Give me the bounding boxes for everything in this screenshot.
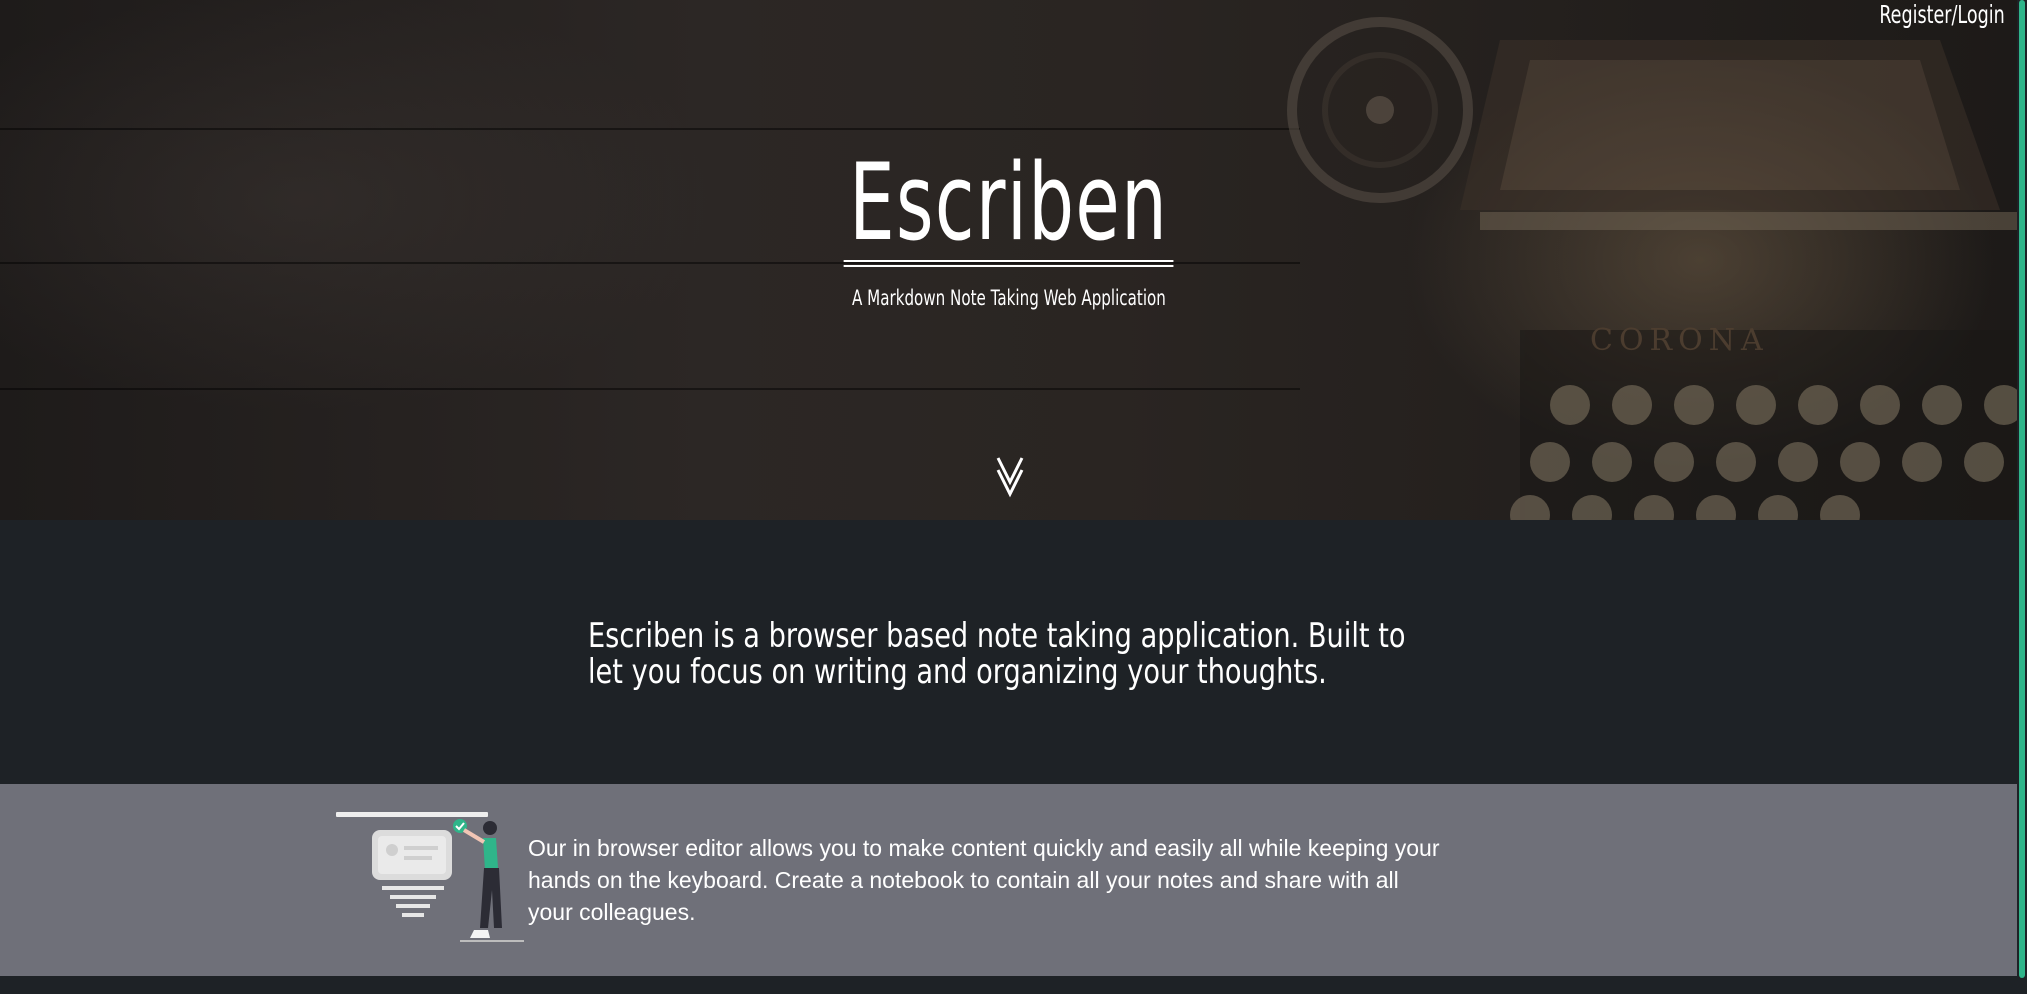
chevron-down-icon[interactable] — [995, 456, 1025, 498]
hero-section: CORONA Register/Login Escriben A Markdow… — [0, 0, 2017, 520]
editor-feature-section: Our in browser editor allows you to make… — [0, 784, 2017, 976]
app-subtitle-text: A Markdown Note Taking Web Application — [851, 286, 1166, 310]
editor-illustration — [336, 812, 524, 942]
wood-plank-line — [0, 388, 1300, 390]
scrollbar-thumb[interactable] — [2019, 0, 2025, 978]
app-subtitle: A Markdown Note Taking Web Application — [0, 284, 2017, 312]
next-section-strip — [0, 976, 2017, 994]
editor-feature-text: Our in browser editor allows you to make… — [528, 835, 1440, 925]
register-login-link[interactable]: Register/Login — [1880, 0, 2005, 30]
svg-text:CORONA: CORONA — [1590, 323, 1769, 358]
page-scrollbar[interactable] — [2017, 0, 2027, 994]
app-title: Escriben — [0, 148, 2017, 267]
app-title-text: Escriben — [843, 148, 1174, 267]
intro-section: Escriben is a browser based note taking … — [0, 520, 2017, 784]
intro-text: Escriben is a browser based note taking … — [588, 616, 1406, 692]
wood-plank-line — [0, 128, 1300, 130]
